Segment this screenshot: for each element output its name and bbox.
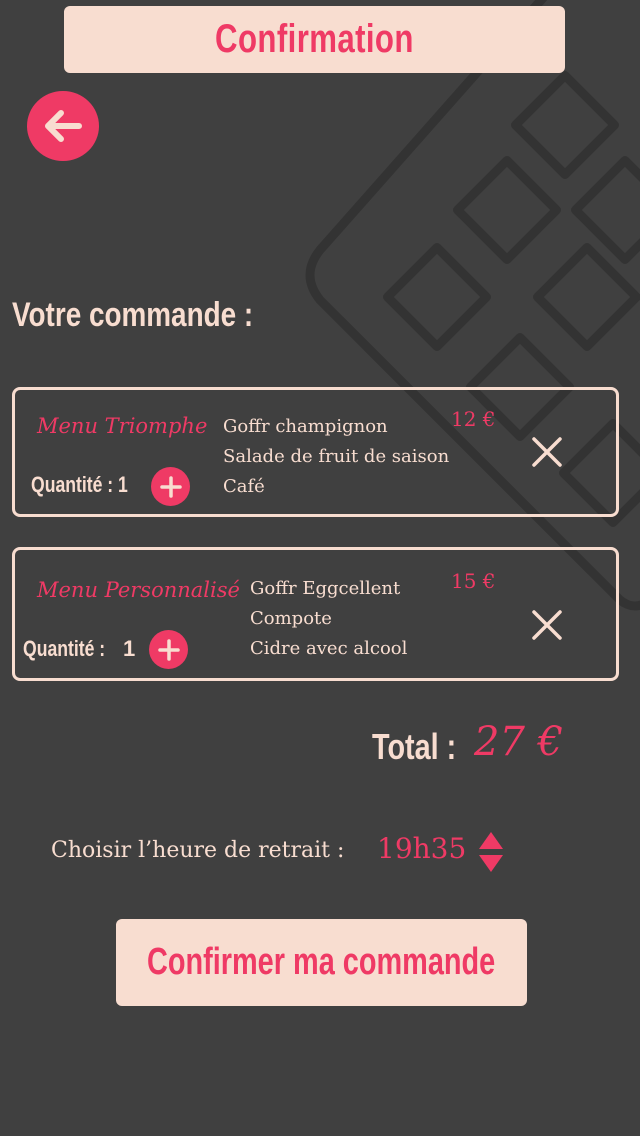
plus-icon bbox=[157, 638, 180, 661]
order-card: Menu Personnalisé Quantité : 1 Goffr Egg… bbox=[12, 547, 619, 681]
menu-items: Goffr Eggcellent Compote Cidre avec alco… bbox=[250, 574, 407, 664]
menu-item: Café bbox=[223, 476, 265, 497]
remove-close-icon[interactable] bbox=[529, 607, 565, 643]
title-bar: Confirmation bbox=[64, 6, 565, 73]
total-value: 27 € bbox=[474, 719, 564, 765]
pickup-time-label: Choisir l’heure de retrait : bbox=[51, 838, 345, 863]
quantity-label: Quantité : 1 bbox=[31, 472, 128, 497]
arrow-left-icon bbox=[45, 110, 82, 142]
menu-item: Goffr champignon bbox=[223, 416, 388, 437]
quantity-label: Quantité : bbox=[23, 636, 106, 661]
menu-price: 12 € bbox=[451, 407, 496, 431]
menu-item: Cidre avec alcool bbox=[250, 638, 408, 659]
menu-item: Compote bbox=[250, 608, 332, 629]
quantity-value: 1 bbox=[123, 636, 136, 661]
menu-items: Goffr champignon Salade de fruit de sais… bbox=[223, 412, 449, 502]
add-quantity-button[interactable] bbox=[151, 467, 190, 506]
confirm-order-button[interactable]: Confirmer ma commande bbox=[116, 919, 527, 1006]
confirm-order-label: Confirmer ma commande bbox=[147, 941, 496, 983]
order-card: Menu Triomphe Quantité : 1 Goffr champig… bbox=[12, 387, 619, 517]
menu-name: Menu Personnalisé bbox=[37, 578, 240, 602]
menu-item: Goffr Eggcellent bbox=[250, 578, 401, 599]
remove-close-icon[interactable] bbox=[529, 434, 565, 470]
add-quantity-button[interactable] bbox=[149, 630, 188, 669]
menu-item: Salade de fruit de saison bbox=[223, 446, 450, 467]
back-button[interactable] bbox=[27, 91, 99, 161]
total-label: Total : bbox=[372, 726, 457, 767]
order-heading: Votre commande : bbox=[12, 296, 254, 334]
menu-name: Menu Triomphe bbox=[37, 414, 208, 438]
page-title: Confirmation bbox=[215, 17, 414, 61]
plus-icon bbox=[159, 475, 182, 498]
pickup-time-value[interactable]: 19h35 bbox=[377, 832, 466, 865]
time-stepper-icon[interactable] bbox=[477, 830, 505, 874]
waffle-background-icon bbox=[305, 0, 640, 611]
menu-price: 15 € bbox=[451, 569, 496, 593]
